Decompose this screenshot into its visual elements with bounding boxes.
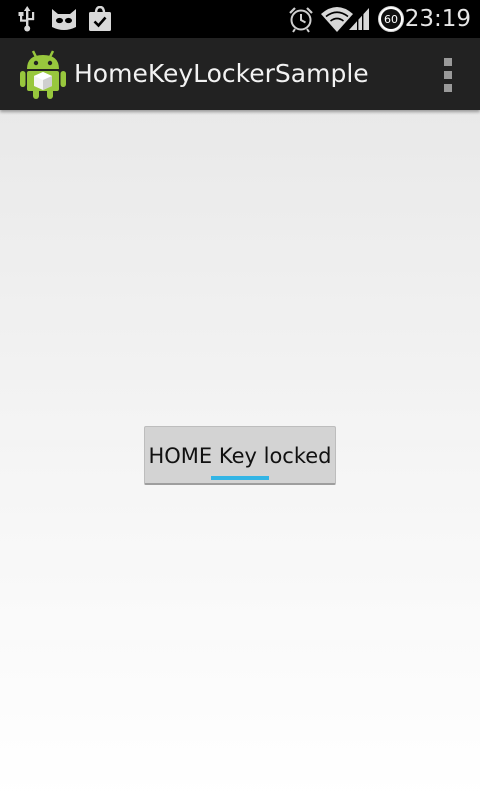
- status-time: 23:19: [404, 6, 471, 32]
- cyanogenmod-icon: [48, 0, 80, 38]
- menu-dot: [444, 71, 452, 79]
- home-key-lock-toggle-button[interactable]: HOME Key locked: [144, 426, 336, 485]
- toggle-on-indicator: [211, 476, 269, 480]
- main-content: HOME Key locked: [0, 110, 480, 800]
- svg-text:60: 60: [384, 13, 398, 26]
- android-icon[interactable]: [20, 48, 66, 100]
- usb-icon: [14, 0, 40, 38]
- status-bar: 60 23:19: [0, 0, 480, 38]
- alarm-clock-icon: [286, 0, 316, 38]
- overflow-menu-icon[interactable]: [442, 58, 454, 92]
- signal-icon: [346, 0, 372, 38]
- menu-dot: [444, 84, 452, 92]
- action-bar: HomeKeyLockerSample: [0, 38, 480, 110]
- app-title: HomeKeyLockerSample: [74, 59, 369, 88]
- toggle-button-label: HOME Key locked: [148, 444, 332, 468]
- shopping-bag-check-icon: [86, 0, 114, 38]
- menu-dot: [444, 58, 452, 66]
- battery-icon: 60: [376, 0, 406, 38]
